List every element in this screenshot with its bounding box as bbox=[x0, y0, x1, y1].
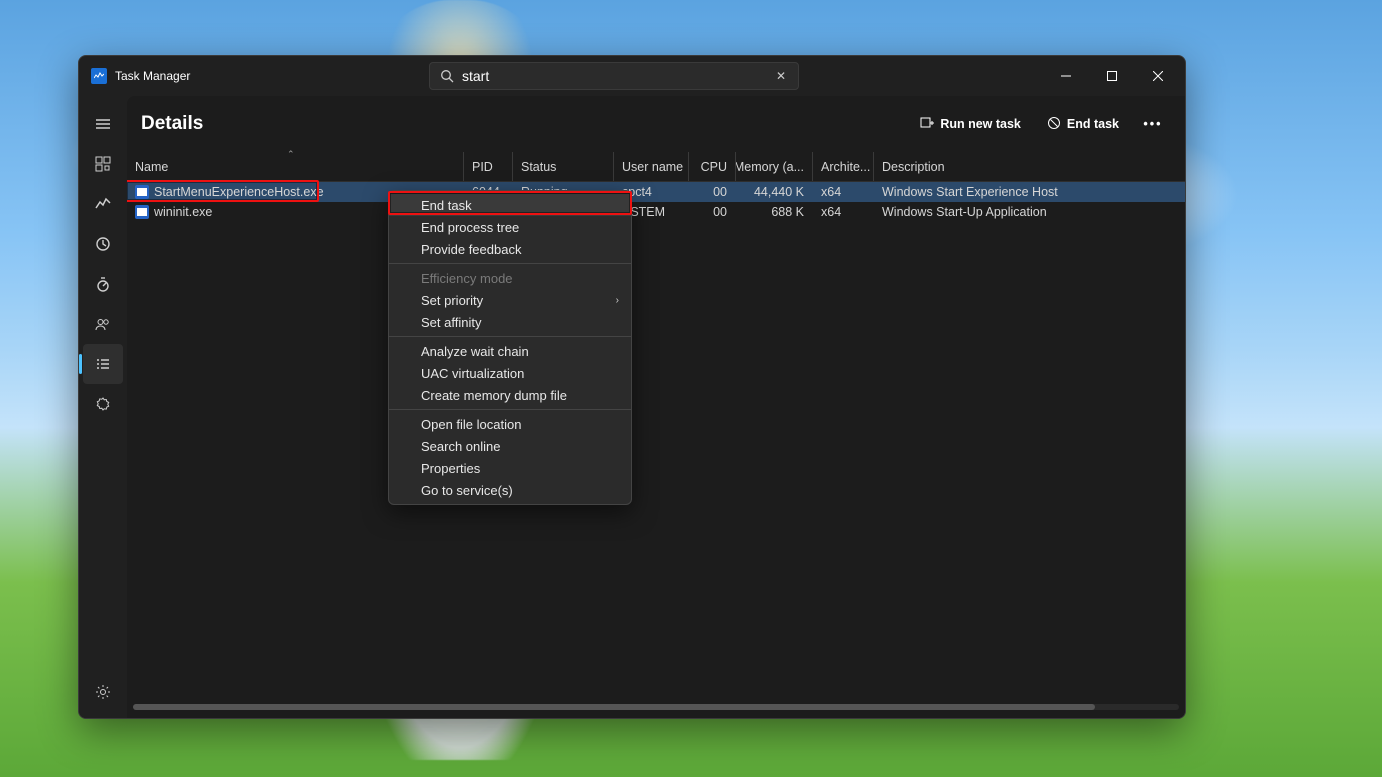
nav-services-icon[interactable] bbox=[83, 384, 123, 424]
more-options-button[interactable]: ••• bbox=[1135, 108, 1171, 140]
details-grid[interactable]: StartMenuExperienceHost.exe 6044 Running… bbox=[127, 182, 1185, 700]
ctx-separator bbox=[389, 263, 631, 264]
ellipsis-icon: ••• bbox=[1143, 117, 1162, 131]
ctx-set-priority[interactable]: Set priority› bbox=[389, 289, 631, 311]
col-name[interactable]: Name bbox=[127, 160, 463, 174]
run-new-task-label: Run new task bbox=[940, 117, 1021, 131]
app-icon bbox=[91, 68, 107, 84]
ctx-end-process-tree[interactable]: End process tree bbox=[389, 216, 631, 238]
maximize-button[interactable] bbox=[1089, 56, 1135, 96]
breadcrumb: Details Run new task End task bbox=[127, 96, 1185, 152]
end-task-button[interactable]: End task bbox=[1037, 108, 1129, 140]
ctx-properties[interactable]: Properties bbox=[389, 457, 631, 479]
sidebar bbox=[79, 96, 127, 718]
cell-arch: x64 bbox=[813, 205, 873, 219]
nav-details-icon[interactable] bbox=[83, 344, 123, 384]
chevron-right-icon: › bbox=[616, 295, 619, 306]
ctx-provide-feedback[interactable]: Provide feedback bbox=[389, 238, 631, 260]
sort-indicator-icon: ⌃ bbox=[287, 149, 295, 160]
nav-users-icon[interactable] bbox=[83, 304, 123, 344]
horizontal-scrollbar[interactable] bbox=[133, 700, 1179, 714]
ctx-efficiency-mode: Efficiency mode bbox=[389, 267, 631, 289]
run-new-task-button[interactable]: Run new task bbox=[910, 108, 1031, 140]
cell-desc: Windows Start-Up Application bbox=[874, 205, 1185, 219]
ctx-set-affinity[interactable]: Set affinity bbox=[389, 311, 631, 333]
cell-cpu: 00 bbox=[689, 185, 735, 199]
col-user[interactable]: User name bbox=[614, 160, 688, 174]
nav-app-history-icon[interactable] bbox=[83, 224, 123, 264]
details-header: Name ⌃ PID Status User name CPU Memory (… bbox=[127, 152, 1185, 182]
end-task-label: End task bbox=[1067, 117, 1119, 131]
search-input[interactable] bbox=[454, 68, 770, 84]
ctx-end-task[interactable]: End task bbox=[389, 194, 631, 216]
task-manager-window: Task Manager ✕ bbox=[78, 55, 1186, 719]
table-row[interactable]: StartMenuExperienceHost.exe 6044 Running… bbox=[127, 182, 1185, 202]
cell-arch: x64 bbox=[813, 185, 873, 199]
ctx-open-file-location[interactable]: Open file location bbox=[389, 413, 631, 435]
run-task-icon bbox=[920, 116, 934, 133]
close-button[interactable] bbox=[1135, 56, 1181, 96]
col-description[interactable]: Description bbox=[874, 160, 1185, 174]
ctx-separator bbox=[389, 409, 631, 410]
nav-startup-icon[interactable] bbox=[83, 264, 123, 304]
nav-processes-icon[interactable] bbox=[83, 144, 123, 184]
ctx-uac-virtualization[interactable]: UAC virtualization bbox=[389, 362, 631, 384]
search-box[interactable]: ✕ bbox=[429, 62, 799, 90]
minimize-button[interactable] bbox=[1043, 56, 1089, 96]
cell-mem: 688 K bbox=[736, 205, 812, 219]
titlebar: Task Manager ✕ bbox=[79, 56, 1185, 96]
process-icon bbox=[135, 205, 149, 219]
ctx-analyze-wait-chain[interactable]: Analyze wait chain bbox=[389, 340, 631, 362]
end-task-icon bbox=[1047, 116, 1061, 133]
process-icon bbox=[135, 185, 149, 199]
cell-mem: 44,440 K bbox=[736, 185, 812, 199]
context-menu: End task End process tree Provide feedba… bbox=[388, 190, 632, 505]
ctx-create-dump[interactable]: Create memory dump file bbox=[389, 384, 631, 406]
settings-gear-icon[interactable] bbox=[83, 672, 123, 712]
scrollbar-thumb[interactable] bbox=[133, 704, 1095, 710]
page-title: Details bbox=[141, 113, 203, 135]
col-memory[interactable]: Memory (a... bbox=[736, 160, 812, 174]
hamburger-icon[interactable] bbox=[83, 104, 123, 144]
clear-search-icon[interactable]: ✕ bbox=[770, 69, 792, 83]
cell-name: StartMenuExperienceHost.exe bbox=[154, 185, 324, 199]
nav-performance-icon[interactable] bbox=[83, 184, 123, 224]
ctx-search-online[interactable]: Search online bbox=[389, 435, 631, 457]
cell-desc: Windows Start Experience Host bbox=[874, 185, 1185, 199]
cell-cpu: 00 bbox=[689, 205, 735, 219]
table-row[interactable]: wininit.exe YSTEM 00 688 K x64 Windows S bbox=[127, 202, 1185, 222]
cell-name: wininit.exe bbox=[154, 205, 212, 219]
ctx-separator bbox=[389, 336, 631, 337]
col-status[interactable]: Status bbox=[513, 160, 613, 174]
ctx-go-to-services[interactable]: Go to service(s) bbox=[389, 479, 631, 501]
main-panel: Details Run new task End task bbox=[127, 96, 1185, 718]
col-cpu[interactable]: CPU bbox=[689, 160, 735, 174]
col-pid[interactable]: PID bbox=[464, 160, 512, 174]
window-title: Task Manager bbox=[115, 69, 190, 83]
col-architecture[interactable]: Archite... bbox=[813, 160, 873, 174]
search-icon bbox=[440, 69, 454, 83]
